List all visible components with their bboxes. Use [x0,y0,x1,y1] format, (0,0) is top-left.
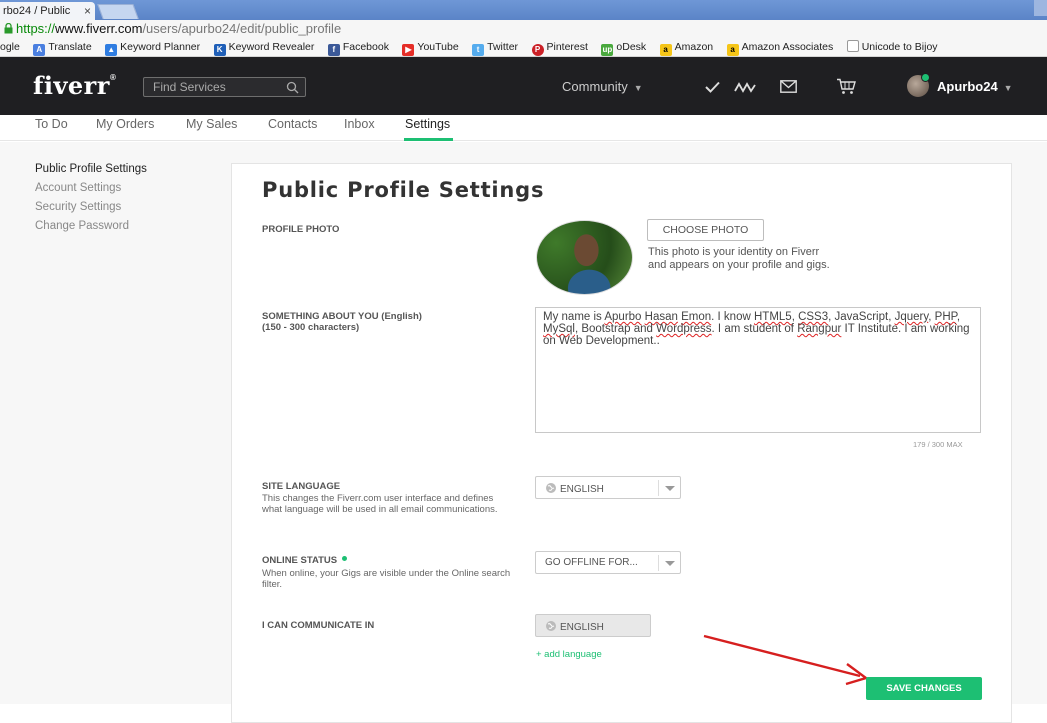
communicate-language-chip[interactable]: ENGLISH [535,614,651,637]
close-icon[interactable]: × [84,2,91,20]
chevron-down-icon: ▼ [633,83,643,93]
lock-icon [4,23,13,34]
profile-photo-label: PROFILE PHOTO [262,224,340,235]
tab-title: rbo24 / Public [3,5,71,17]
new-tab-button[interactable] [97,4,139,19]
settings-sidebar: Public Profile Settings Account Settings… [35,160,147,236]
bookmark-keyword-planner[interactable]: ▲ Keyword Planner [105,37,200,56]
profile-photo [536,220,633,295]
twitter-icon: t [472,44,485,56]
bookmark-youtube[interactable]: ▶ YouTube [402,37,459,56]
chevron-down-icon [658,480,680,496]
online-status-label: ONLINE STATUS [262,555,348,566]
online-status-dot [342,556,348,561]
sidebar-item-account[interactable]: Account Settings [35,179,147,198]
mail-icon[interactable] [780,80,797,93]
bookmark-twitter[interactable]: t Twitter [472,37,518,56]
about-range-label: (150 - 300 characters) [262,322,360,333]
window-control[interactable] [1034,0,1047,16]
chevron-down-icon: ▼ [1003,83,1013,93]
bookmark-google[interactable]: ogle [0,37,20,56]
globe-icon [546,621,556,631]
save-changes-button[interactable]: SAVE CHANGES [866,677,982,700]
bookmark-amazon-associates[interactable]: a Amazon Associates [726,37,833,56]
search-input[interactable]: Find Services [143,77,306,97]
page-title: Public Profile Settings [262,178,545,202]
youtube-icon: ▶ [402,44,415,56]
activity-icon[interactable] [734,81,756,93]
page-icon [846,40,859,52]
fiverr-logo[interactable]: fiverr® [33,71,116,100]
online-status-help: When online, your Gigs are visible under… [262,568,511,590]
browser-tab[interactable]: rbo24 / Public × [0,2,95,20]
site-header: fiverr® Find Services Community ▼ Apurbo2… [0,57,1047,115]
sidebar-item-change-password[interactable]: Change Password [35,217,147,236]
cart-icon[interactable] [836,78,856,95]
annotation-arrow [703,634,869,686]
keyword-revealer-icon: K [213,44,226,56]
sidebar-item-public-profile[interactable]: Public Profile Settings [35,160,147,179]
search-placeholder: Find Services [153,80,226,94]
site-language-select[interactable]: ENGLISH [535,476,681,499]
subnav-my-sales[interactable]: My Sales [186,117,237,131]
character-counter: 179 / 300 MAX [913,440,963,449]
facebook-icon: f [327,44,340,56]
account-subnav: To Do My Orders My Sales Contacts Inbox … [0,115,1047,141]
url-text[interactable]: https://www.fiverr.com/users/apurbo24/ed… [16,20,341,37]
online-status-select[interactable]: GO OFFLINE FOR... [535,551,681,574]
communicate-label: I CAN COMMUNICATE IN [262,620,375,631]
bookmarks-bar: ogle A Translate ▲ Keyword Planner K Keywor… [0,37,1047,57]
subnav-todo[interactable]: To Do [35,117,68,131]
bookmark-odesk[interactable]: up oDesk [601,37,646,56]
address-bar[interactable]: https://www.fiverr.com/users/apurbo24/ed… [0,20,1047,37]
subnav-inbox[interactable]: Inbox [344,117,375,131]
active-tab-indicator [404,138,453,141]
bookmark-pinterest[interactable]: P Pinterest [531,37,588,56]
choose-photo-button[interactable]: CHOOSE PHOTO [647,219,764,241]
chevron-down-icon [658,555,680,571]
pinterest-icon: P [531,44,544,56]
bookmark-facebook[interactable]: f Facebook [327,37,389,56]
globe-icon [546,483,556,493]
user-menu[interactable]: Apurbo24 ▼ [937,79,1013,94]
community-menu[interactable]: Community ▼ [562,79,643,94]
subnav-settings[interactable]: Settings [405,117,450,131]
bookmark-translate[interactable]: A Translate [33,37,92,56]
online-dot [921,73,930,82]
bookmark-keyword-revealer[interactable]: K Keyword Revealer [213,37,314,56]
site-language-label: SITE LANGUAGE [262,481,341,492]
subnav-contacts[interactable]: Contacts [268,117,317,131]
photo-help-text: This photo is your identity on Fiverr an… [648,246,830,271]
about-textarea[interactable]: My name is Apurbo Hasan Emon. I know HTM… [535,307,981,433]
bookmark-unicode-to-bijoy[interactable]: Unicode to Bijoy [846,37,938,56]
sidebar-item-security[interactable]: Security Settings [35,198,147,217]
about-label: SOMETHING ABOUT YOU (English) [262,311,422,322]
translate-icon: A [33,44,46,56]
amazon-icon: a [726,44,739,56]
browser-tabstrip: rbo24 / Public × [0,0,1047,20]
adwords-icon: ▲ [105,44,118,56]
add-language-link[interactable]: + add language [536,649,602,660]
bookmark-amazon[interactable]: a Amazon [659,37,713,56]
site-language-help: This changes the Fiverr.com user interfa… [262,493,498,515]
amazon-icon: a [659,44,672,56]
subnav-my-orders[interactable]: My Orders [96,117,154,131]
search-icon[interactable] [286,81,299,94]
checkmark-icon[interactable] [705,81,720,93]
odesk-icon: up [601,44,614,56]
